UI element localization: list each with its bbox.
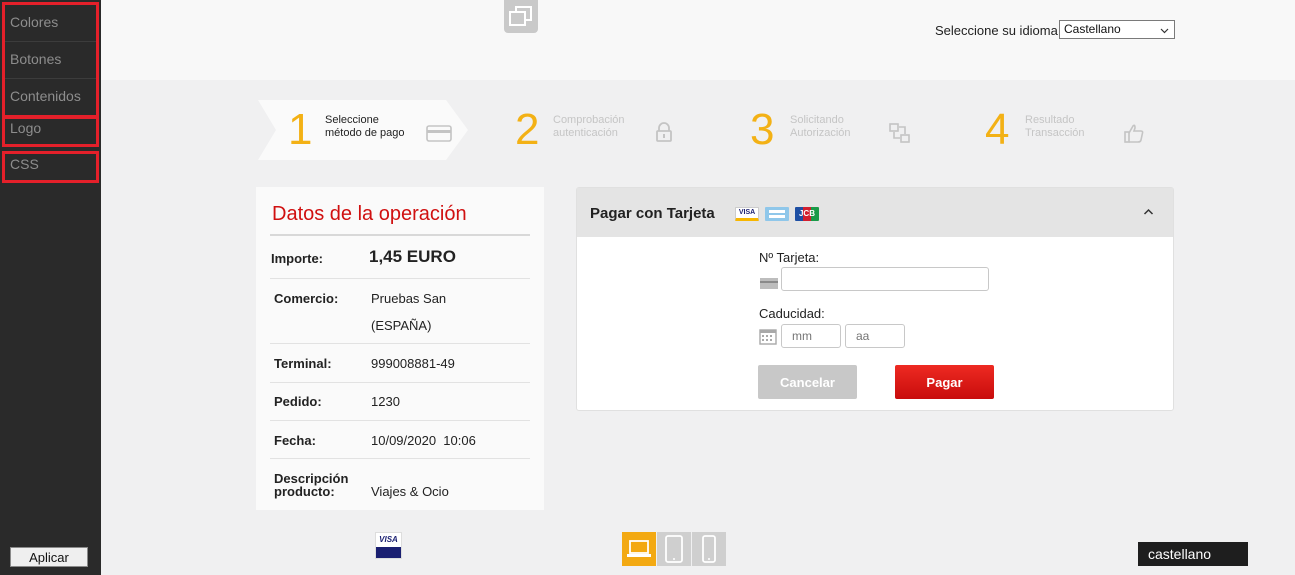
sidebar-item-colores[interactable]: Colores bbox=[5, 5, 96, 42]
apply-button[interactable]: Aplicar bbox=[10, 547, 88, 567]
logo-placeholder-icon bbox=[504, 0, 538, 33]
tablet-icon[interactable] bbox=[657, 532, 691, 566]
amex-logo-icon bbox=[765, 207, 789, 221]
row-terminal: Terminal: 999008881-49 bbox=[270, 344, 530, 383]
sidebar-group-css: CSS bbox=[2, 151, 99, 183]
language-select-value: Castellano bbox=[1064, 22, 1121, 36]
comercio-label: Comercio: bbox=[274, 291, 339, 306]
credit-card-icon bbox=[426, 125, 452, 147]
importe-label: Importe: bbox=[271, 251, 323, 266]
divider bbox=[270, 234, 530, 236]
chevron-down-icon bbox=[1160, 23, 1169, 40]
jcb-logo: JCB bbox=[795, 207, 819, 221]
header: Seleccione su idioma Castellano bbox=[101, 0, 1295, 80]
terminal-value: 999008881-49 bbox=[371, 356, 455, 371]
step-3: 3 Solicitando Autorización bbox=[750, 100, 940, 160]
fecha-value: 10/09/2020 10:06 bbox=[371, 433, 476, 448]
fecha-label: Fecha: bbox=[274, 433, 316, 448]
credit-card-icon bbox=[760, 277, 778, 295]
pedido-value: 1230 bbox=[371, 394, 400, 409]
visa-secure-logo: VISA bbox=[375, 532, 402, 559]
row-fecha: Fecha: 10/09/2020 10:06 bbox=[270, 421, 530, 459]
card-number-input[interactable] bbox=[781, 267, 989, 291]
lock-icon bbox=[655, 122, 673, 147]
card-number-label: Nº Tarjeta: bbox=[759, 250, 820, 265]
sidebar-group-logo: Logo bbox=[2, 115, 99, 147]
device-preview-toggle bbox=[622, 532, 726, 566]
step-2: 2 Comprobación autenticación bbox=[515, 100, 705, 160]
card-payment-panel: Pagar con Tarjeta VISA JCB Nº Tarjeta: C… bbox=[576, 187, 1174, 411]
descripcion-value: Viajes & Ocio bbox=[371, 484, 449, 499]
sidebar-item-contenidos[interactable]: Contenidos bbox=[5, 79, 96, 116]
pedido-label: Pedido: bbox=[274, 394, 322, 409]
step-number: 1 bbox=[288, 105, 313, 154]
importe-value: 1,45 EURO bbox=[369, 247, 456, 266]
visa-secure-text: VISA bbox=[379, 535, 398, 544]
transfer-icon bbox=[888, 122, 912, 149]
step-4: 4 Resultado Transacción bbox=[985, 100, 1175, 160]
footer-language[interactable]: castellano bbox=[1138, 542, 1248, 566]
pay-button[interactable]: Pagar bbox=[895, 365, 994, 399]
comercio-value: Pruebas San (ESPAÑA) bbox=[371, 291, 447, 333]
step-number: 3 bbox=[750, 105, 775, 154]
expiry-month-input[interactable] bbox=[781, 324, 841, 348]
expiry-year-input[interactable] bbox=[845, 324, 905, 348]
terminal-label: Terminal: bbox=[274, 356, 332, 371]
card-panel-title: Pagar con Tarjeta bbox=[590, 205, 715, 222]
laptop-icon[interactable] bbox=[622, 532, 656, 566]
thumbs-up-icon bbox=[1123, 122, 1145, 149]
step-label: Solicitando Autorización bbox=[790, 114, 851, 139]
step-number: 4 bbox=[985, 105, 1010, 154]
step-number: 2 bbox=[515, 105, 540, 154]
sidebar-item-botones[interactable]: Botones bbox=[5, 42, 96, 79]
operation-title: Datos de la operación bbox=[272, 203, 467, 225]
row-descripcion: Descripción producto: Viajes & Ocio bbox=[270, 459, 530, 504]
editor-sidebar: Colores Botones Contenidos Logo CSS Apli… bbox=[0, 0, 101, 575]
cancel-button[interactable]: Cancelar bbox=[758, 365, 857, 399]
card-panel-header[interactable]: Pagar con Tarjeta VISA JCB bbox=[577, 188, 1173, 237]
sidebar-group-main: Colores Botones Contenidos bbox=[2, 2, 99, 119]
row-comercio: Comercio: Pruebas San (ESPAÑA) bbox=[270, 279, 530, 344]
language-select[interactable]: Castellano bbox=[1059, 20, 1175, 39]
operation-data-panel: Datos de la operación Importe: 1,45 EURO… bbox=[256, 187, 544, 510]
step-label: Seleccione método de pago bbox=[325, 114, 405, 139]
step-label: Comprobación autenticación bbox=[553, 114, 625, 139]
sidebar-item-logo[interactable]: Logo bbox=[5, 118, 96, 144]
visa-logo: VISA bbox=[735, 207, 759, 221]
step-1: 1 Seleccione método de pago bbox=[258, 100, 468, 160]
row-importe: Importe: 1,45 EURO bbox=[270, 237, 530, 279]
calendar-icon bbox=[759, 328, 777, 350]
visa-secure-band bbox=[376, 547, 401, 558]
sidebar-item-css[interactable]: CSS bbox=[5, 154, 96, 180]
language-label: Seleccione su idioma bbox=[935, 23, 1058, 38]
step-label: Resultado Transacción bbox=[1025, 114, 1085, 139]
chevron-up-icon[interactable] bbox=[1143, 204, 1154, 219]
row-pedido: Pedido: 1230 bbox=[270, 383, 530, 421]
phone-icon[interactable] bbox=[692, 532, 726, 566]
expiry-label: Caducidad: bbox=[759, 306, 825, 321]
descripcion-label: Descripción producto: bbox=[274, 471, 349, 499]
